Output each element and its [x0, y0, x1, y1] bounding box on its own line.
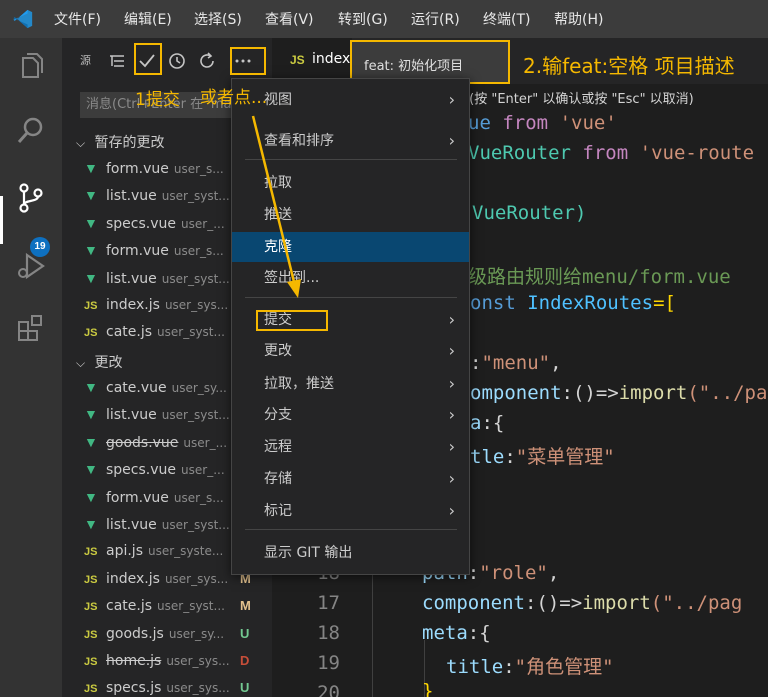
annotation-arrow: [251, 115, 301, 298]
